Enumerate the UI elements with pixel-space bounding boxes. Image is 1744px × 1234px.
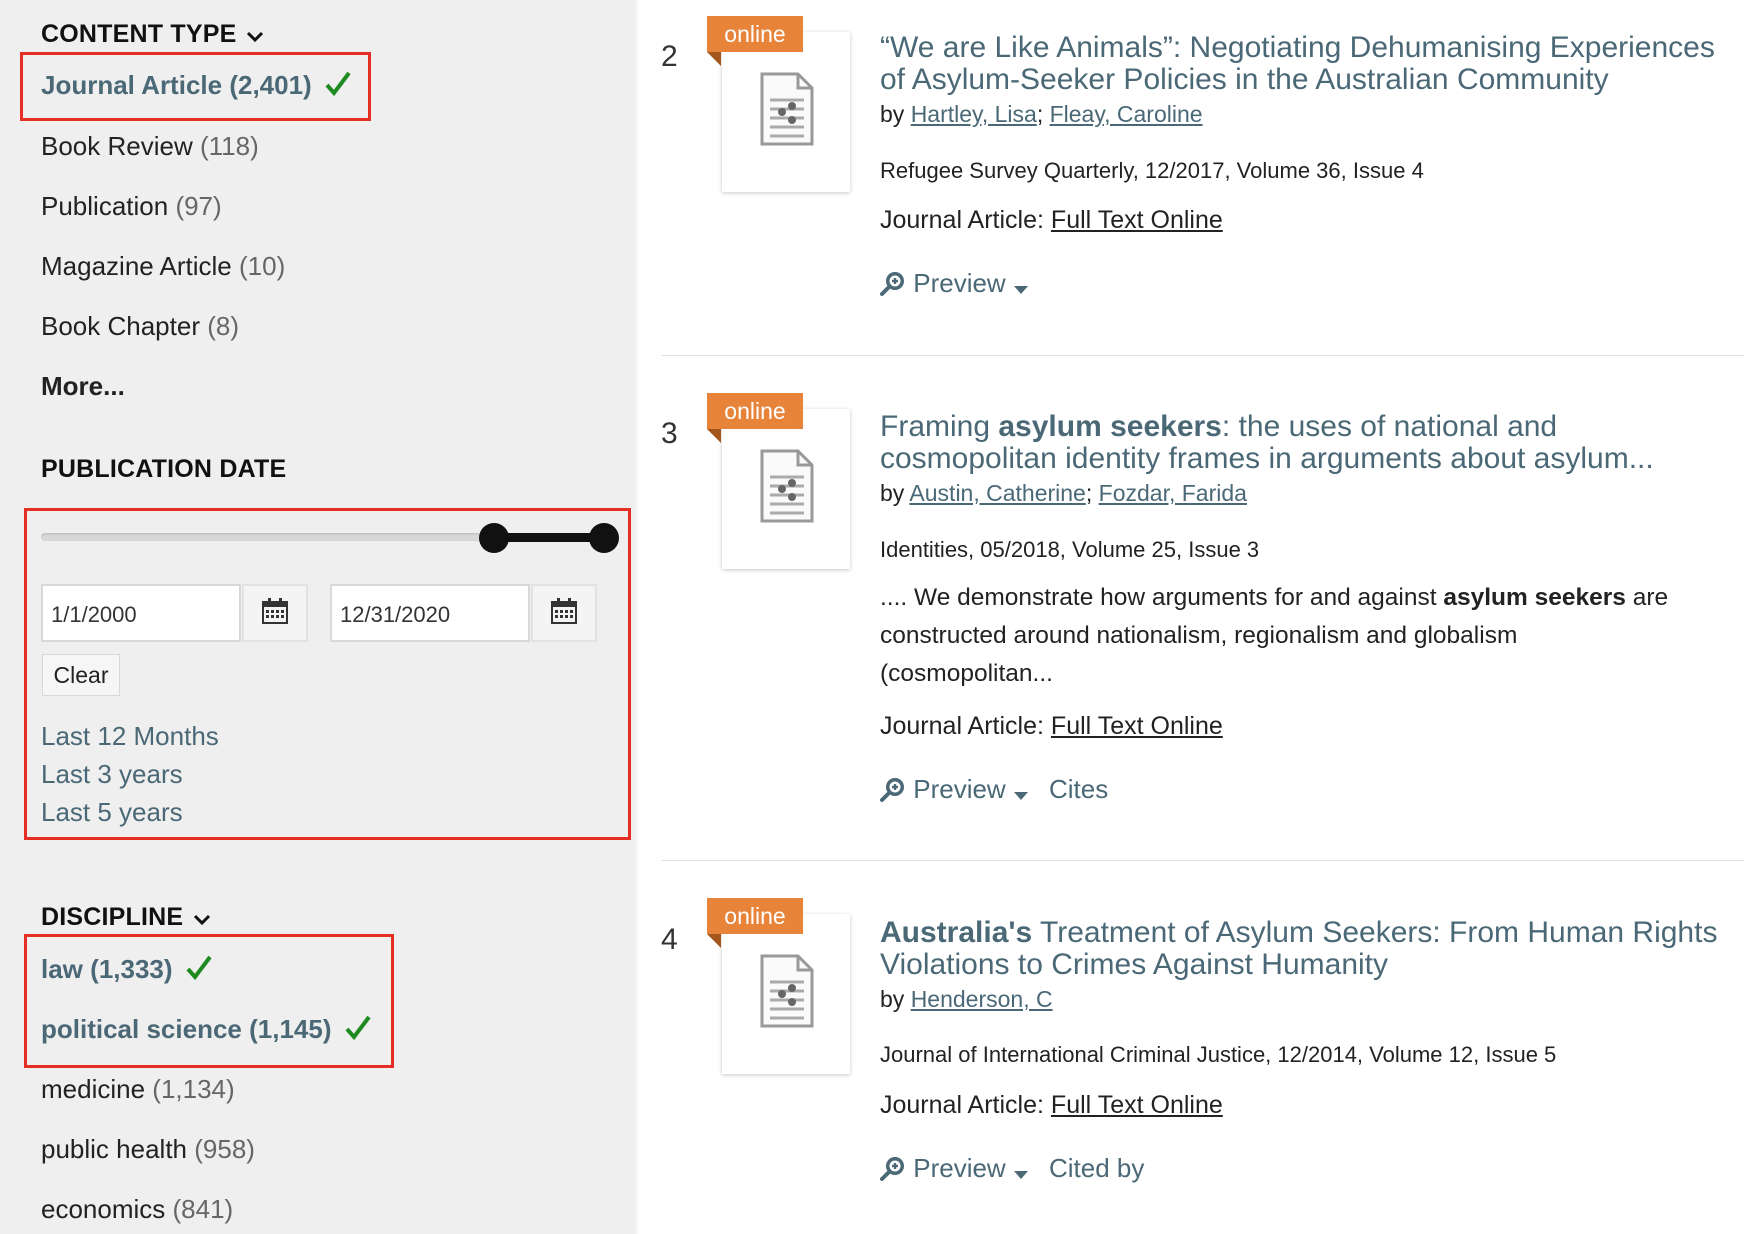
publication-date-heading: PUBLICATION DATE <box>41 455 287 483</box>
online-badge: online <box>707 898 803 934</box>
facet-medicine[interactable]: medicine (1,134) <box>41 1074 235 1105</box>
full-text-link[interactable]: Full Text Online <box>1051 712 1223 740</box>
chevron-down-icon <box>246 21 264 50</box>
discipline-heading[interactable]: DISCIPLINE <box>41 903 211 933</box>
full-text-link[interactable]: Full Text Online <box>1051 1091 1223 1119</box>
result-source: Refugee Survey Quarterly, 12/2017, Volum… <box>880 158 1424 183</box>
result-authors: by Hartley, Lisa; Fleay, Caroline <box>880 101 1203 127</box>
result-format: Journal Article: Full Text Online <box>880 1091 1223 1119</box>
sidebar-shadow <box>634 0 640 1234</box>
online-badge: online <box>707 393 803 429</box>
author-link[interactable]: Fleay, Caroline <box>1050 101 1203 127</box>
result-thumbnail[interactable] <box>722 409 850 569</box>
result-title[interactable]: “We are Like Animals”: Negotiating Dehum… <box>880 32 1730 96</box>
result-divider <box>662 860 1744 861</box>
result-thumbnail[interactable] <box>722 32 850 192</box>
full-text-link[interactable]: Full Text Online <box>1051 206 1223 234</box>
facet-book-chapter[interactable]: Book Chapter (8) <box>41 311 239 342</box>
facet-economics[interactable]: economics (841) <box>41 1194 233 1225</box>
author-link[interactable]: Henderson, C <box>911 986 1053 1012</box>
cited-by-link[interactable]: Cited by <box>1049 1153 1144 1184</box>
result-snippet: .... We demonstrate how arguments for an… <box>880 584 1669 687</box>
content-type-heading[interactable]: CONTENT TYPE <box>41 20 264 50</box>
preview-button[interactable]: Preview <box>880 1153 1028 1186</box>
facet-public-health[interactable]: public health (958) <box>41 1134 255 1165</box>
result-thumbnail[interactable] <box>722 914 850 1074</box>
facet-magazine-article[interactable]: Magazine Article (10) <box>41 251 285 282</box>
result-source: Journal of International Criminal Justic… <box>880 1042 1557 1067</box>
author-link[interactable]: Fozdar, Farida <box>1099 480 1247 506</box>
badge-fold <box>707 52 721 66</box>
highlight-box-discipline <box>24 934 394 1068</box>
result-divider <box>662 355 1744 356</box>
online-badge: online <box>707 16 803 52</box>
author-link[interactable]: Austin, Catherine <box>909 480 1085 506</box>
result-title[interactable]: Australia's Treatment of Asylum Seekers:… <box>880 917 1730 981</box>
result-authors: by Henderson, C <box>880 986 1053 1012</box>
facet-publication[interactable]: Publication (97) <box>41 191 222 222</box>
caret-down-icon <box>1013 776 1028 807</box>
caret-down-icon <box>1013 1155 1028 1186</box>
document-icon <box>760 72 814 151</box>
preview-button[interactable]: Preview <box>880 774 1028 807</box>
result-number: 4 <box>661 923 678 956</box>
badge-fold <box>707 934 721 948</box>
highlight-box-content-type <box>20 52 371 121</box>
badge-fold <box>707 429 721 443</box>
result-number: 2 <box>661 40 678 73</box>
highlight-box-publication-date <box>24 508 631 840</box>
facet-book-review[interactable]: Book Review (118) <box>41 131 259 162</box>
magnifier-icon <box>880 268 906 298</box>
magnifier-icon <box>880 774 906 804</box>
chevron-down-icon <box>193 904 211 933</box>
result-title[interactable]: Framing asylum seekers: the uses of nati… <box>880 411 1730 475</box>
caret-down-icon <box>1013 270 1028 301</box>
document-icon <box>760 954 814 1033</box>
document-icon <box>760 449 814 528</box>
result-format: Journal Article: Full Text Online <box>880 206 1223 234</box>
cites-link[interactable]: Cites <box>1049 774 1108 805</box>
result-number: 3 <box>661 417 678 450</box>
result-source: Identities, 05/2018, Volume 25, Issue 3 <box>880 537 1260 562</box>
author-link[interactable]: Hartley, Lisa <box>911 101 1037 127</box>
more-content-types-link[interactable]: More... <box>41 371 125 402</box>
result-authors: by Austin, Catherine; Fozdar, Farida <box>880 480 1247 506</box>
preview-button[interactable]: Preview <box>880 268 1028 301</box>
magnifier-icon <box>880 1153 906 1183</box>
result-format: Journal Article: Full Text Online <box>880 712 1223 740</box>
